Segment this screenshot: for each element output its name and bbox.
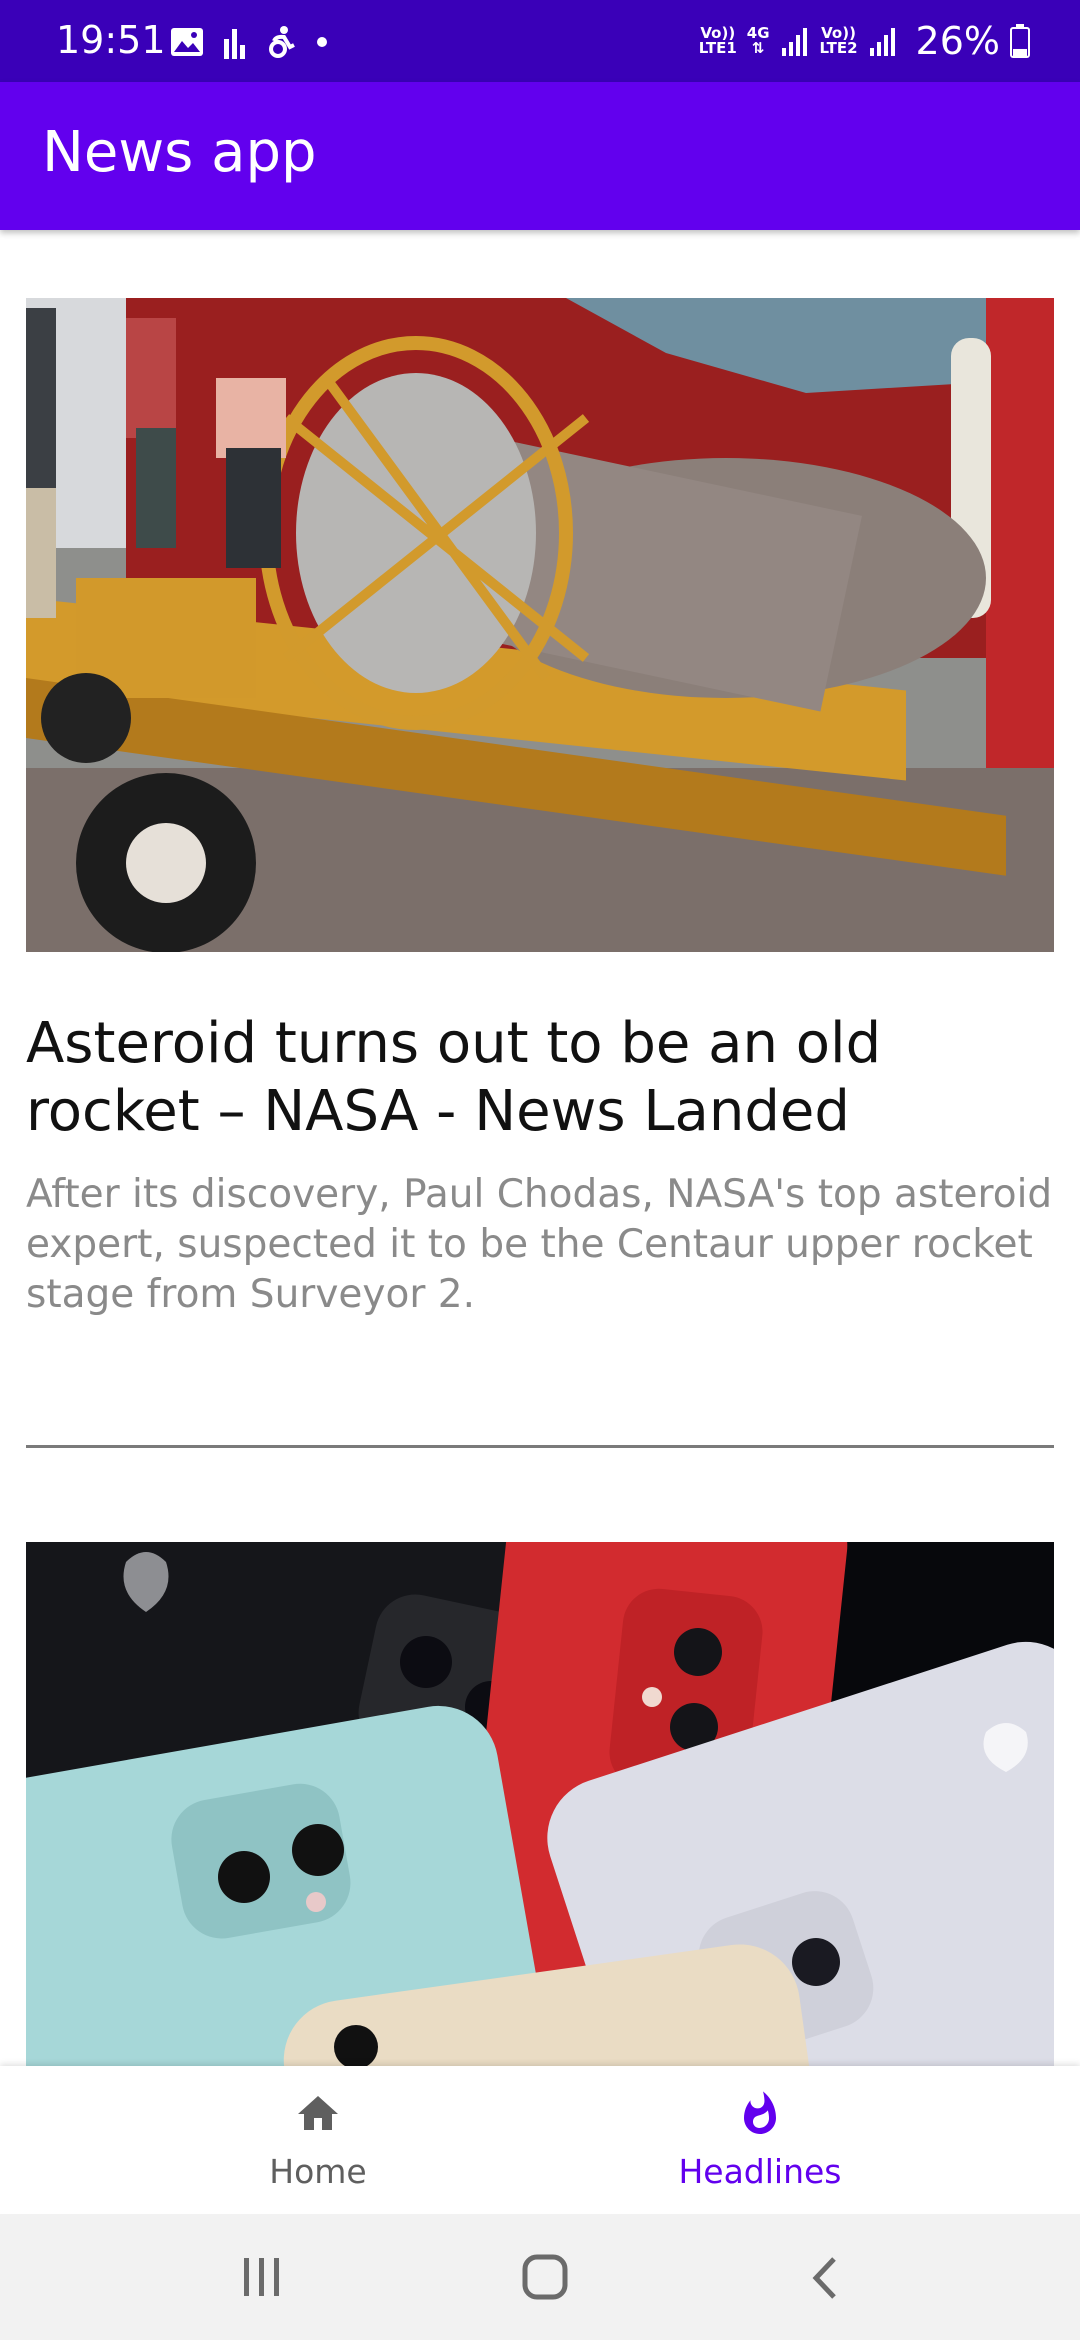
stats-icon xyxy=(224,29,245,59)
recent-apps-icon[interactable] xyxy=(240,2256,284,2298)
status-time: 19:51 xyxy=(56,18,166,62)
nav-label-headlines: Headlines xyxy=(678,2152,842,2191)
signal-icon-sim2 xyxy=(869,28,895,56)
home-circle-icon[interactable] xyxy=(522,2254,568,2300)
article-image[interactable] xyxy=(26,1542,1054,2066)
news-feed[interactable]: Asteroid turns out to be an old rocket –… xyxy=(0,230,1080,2066)
notification-icons xyxy=(170,22,328,62)
signal-icon-sim1 xyxy=(781,28,807,56)
app-title: News app xyxy=(42,120,317,185)
article-divider xyxy=(26,1445,1054,1448)
app-bar: News app xyxy=(0,82,1080,230)
nav-label-home: Home xyxy=(269,2152,367,2191)
article-title[interactable]: Asteroid turns out to be an old rocket –… xyxy=(26,1010,1056,1146)
data-arrows-icon: ⇅ xyxy=(751,39,765,57)
status-right-icons: Vo)) LTE1 4G ⇅ Vo)) LTE2 26% xyxy=(699,18,1030,64)
battery-percentage: 26% xyxy=(915,19,1000,63)
article-description: After its discovery, Paul Chodas, NASA's… xyxy=(26,1172,1053,1317)
sim2-volte-indicator: Vo)) LTE2 xyxy=(819,24,858,57)
nav-item-headlines[interactable]: Headlines xyxy=(610,2066,910,2214)
network-type-indicator: 4G ⇅ xyxy=(746,24,770,57)
nav-item-home[interactable]: Home xyxy=(168,2066,468,2214)
iphone-11-photo xyxy=(26,1542,1054,2066)
gallery-icon xyxy=(171,28,203,56)
article-image[interactable] xyxy=(26,298,1054,952)
system-navigation-bar xyxy=(0,2214,1080,2340)
sim1-volte-indicator: Vo)) LTE1 xyxy=(698,24,737,57)
status-bar: 19:51 Vo)) LTE1 4G ⇅ Vo)) LTE2 26% xyxy=(0,0,1080,82)
battery-icon xyxy=(1010,24,1030,58)
bottom-navigation: Home Headlines xyxy=(0,2066,1080,2214)
home-icon xyxy=(298,2096,338,2130)
back-icon[interactable] xyxy=(808,2256,842,2300)
rocket-stage-photo xyxy=(26,298,1054,952)
more-notifications-dot-icon xyxy=(317,37,327,47)
flame-icon xyxy=(744,2091,776,2134)
accessibility-icon xyxy=(269,26,295,58)
